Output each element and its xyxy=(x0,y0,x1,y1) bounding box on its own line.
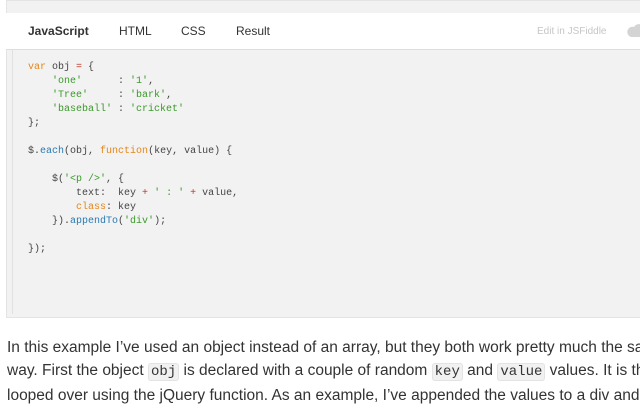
code-token: (key, value) { xyxy=(148,146,233,157)
code-token: }). xyxy=(28,216,71,227)
code-token: , { xyxy=(106,174,125,185)
code-token: $( xyxy=(28,174,65,185)
code-line: $.each(obj, function(key, value) { xyxy=(28,146,232,157)
code-token: each xyxy=(40,146,65,157)
text-segment: and xyxy=(462,362,498,379)
code-token: 'div' xyxy=(124,216,155,227)
paragraph-line: In this example I’ve used an object inst… xyxy=(7,339,640,356)
code-token: function xyxy=(100,146,149,157)
text-segment: way. First the object xyxy=(7,362,148,379)
tab-html[interactable]: HTML xyxy=(119,24,152,38)
code-token: '1' xyxy=(130,76,149,87)
code-token: '<p />' xyxy=(64,174,107,185)
code-line: 'Tree' : 'bark', xyxy=(28,90,172,101)
code-line: }; xyxy=(28,118,40,129)
code-token: , xyxy=(166,90,173,101)
inline-code-key: key xyxy=(431,363,463,381)
code-line: }).appendTo('div'); xyxy=(28,216,166,227)
paragraph-line: way. First the object obj is declared wi… xyxy=(7,359,640,384)
inline-code-obj: obj xyxy=(147,363,180,381)
code-token: : xyxy=(82,76,131,87)
code-token: $. xyxy=(28,146,41,157)
tab-javascript[interactable]: JavaScript xyxy=(28,24,89,38)
edit-in-jsfiddle-link[interactable]: Edit in JSFiddle xyxy=(537,26,606,37)
article-text: In this example I’ve used an object inst… xyxy=(7,336,640,407)
code-token: { xyxy=(82,62,95,73)
code-token: class xyxy=(76,202,107,213)
code-token: : xyxy=(88,90,131,101)
tab-result[interactable]: Result xyxy=(236,24,270,38)
cloud-icon[interactable] xyxy=(625,23,640,39)
code-line: }); xyxy=(28,244,46,255)
code-line: class: key xyxy=(28,202,136,213)
code-line: 'one' : '1', xyxy=(28,76,154,87)
code-token: }; xyxy=(28,118,41,129)
code-line: $('<p />', { xyxy=(28,174,124,185)
code-token: 'cricket' xyxy=(130,104,185,115)
code-token: (obj, xyxy=(64,146,101,157)
code-token: 'bark' xyxy=(130,90,167,101)
code-token: 'one' xyxy=(52,76,83,87)
code-token: }); xyxy=(28,244,47,255)
code-token: value, xyxy=(196,188,239,199)
code-line: text: key + ' : ' + value, xyxy=(28,188,238,199)
code-line: var obj = { xyxy=(28,62,94,73)
code-token: 'baseball' xyxy=(52,104,113,115)
code-token: ); xyxy=(154,216,167,227)
code-token: , xyxy=(148,76,155,87)
code-token: text: key xyxy=(28,188,143,199)
text-segment: is declared with a couple of random xyxy=(179,362,432,379)
code-token: : key xyxy=(106,202,137,213)
code-token: appendTo xyxy=(70,216,119,227)
text-segment: values. It is then xyxy=(549,362,640,379)
tab-bar: JavaScript HTML CSS Result Edit in JSFid… xyxy=(6,13,640,50)
code-token: ' : ' xyxy=(154,188,185,199)
code-token: : xyxy=(112,104,131,115)
tab-css[interactable]: CSS xyxy=(181,24,206,38)
code-block: var obj = { 'one' : '1', 'Tree' : 'bark'… xyxy=(28,61,238,257)
code-line: 'baseball' : 'cricket' xyxy=(28,104,184,115)
inline-code-value: value xyxy=(497,363,546,381)
code-token: 'Tree' xyxy=(52,90,89,101)
code-token: var xyxy=(28,62,47,73)
code-token: obj xyxy=(46,62,77,73)
paragraph-line: looped over using the jQuery function. A… xyxy=(7,387,640,404)
